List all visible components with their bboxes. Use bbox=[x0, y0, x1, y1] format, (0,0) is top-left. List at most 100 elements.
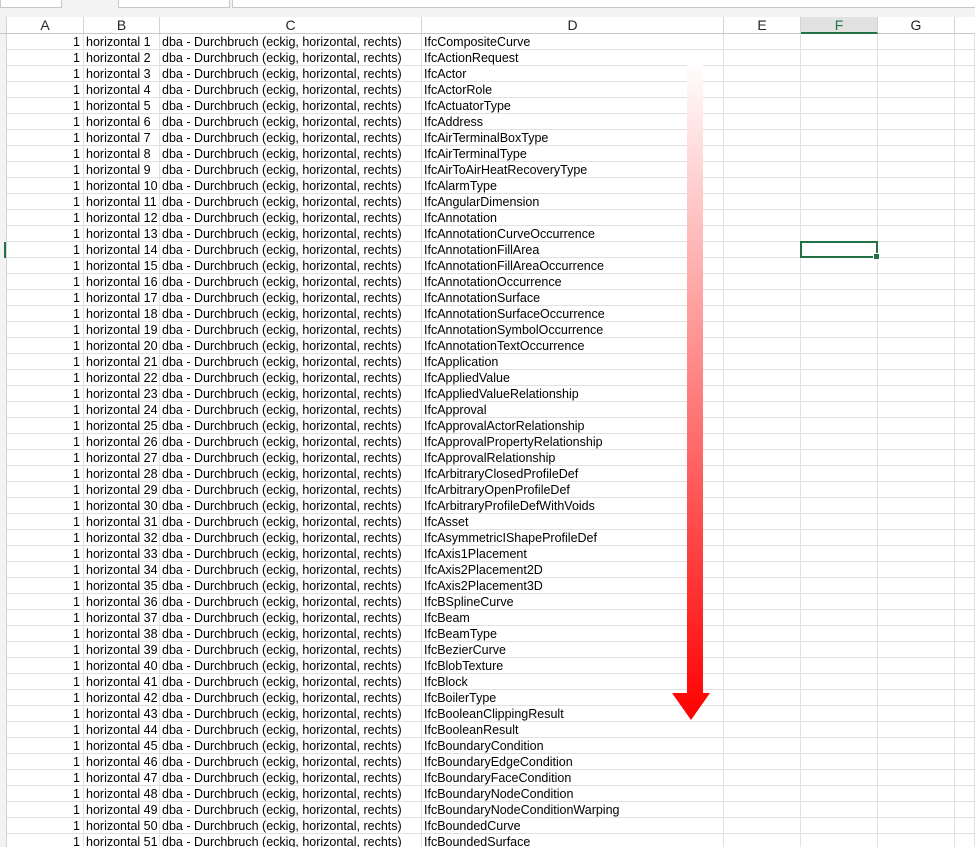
cell-h[interactable] bbox=[955, 354, 975, 370]
cell-g[interactable] bbox=[878, 834, 955, 847]
cell-e[interactable] bbox=[724, 834, 801, 847]
cell-e[interactable] bbox=[724, 818, 801, 834]
cell-f[interactable] bbox=[801, 290, 878, 306]
cell-d[interactable]: IfcCompositeCurve bbox=[422, 34, 724, 50]
cell-a[interactable]: 1 bbox=[7, 578, 84, 594]
cell-a[interactable]: 1 bbox=[7, 690, 84, 706]
cell-c[interactable]: dba - Durchbruch (eckig, horizontal, rec… bbox=[160, 610, 422, 626]
cell-c[interactable]: dba - Durchbruch (eckig, horizontal, rec… bbox=[160, 530, 422, 546]
cell-c[interactable]: dba - Durchbruch (eckig, horizontal, rec… bbox=[160, 322, 422, 338]
cell-f[interactable] bbox=[801, 386, 878, 402]
cell-d[interactable]: IfcBoundaryFaceCondition bbox=[422, 770, 724, 786]
cell-b[interactable]: horizontal 33 bbox=[84, 546, 160, 562]
cell-a[interactable]: 1 bbox=[7, 738, 84, 754]
cell-g[interactable] bbox=[878, 674, 955, 690]
cell-c[interactable]: dba - Durchbruch (eckig, horizontal, rec… bbox=[160, 466, 422, 482]
cell-f[interactable] bbox=[801, 578, 878, 594]
cell-a[interactable]: 1 bbox=[7, 370, 84, 386]
cell-h[interactable] bbox=[955, 466, 975, 482]
cell-b[interactable]: horizontal 44 bbox=[84, 722, 160, 738]
cell-e[interactable] bbox=[724, 34, 801, 50]
cell-e[interactable] bbox=[724, 146, 801, 162]
cell-a[interactable]: 1 bbox=[7, 82, 84, 98]
cell-g[interactable] bbox=[878, 754, 955, 770]
cell-h[interactable] bbox=[955, 50, 975, 66]
cell-a[interactable]: 1 bbox=[7, 722, 84, 738]
cell-e[interactable] bbox=[724, 706, 801, 722]
cell-b[interactable]: horizontal 41 bbox=[84, 674, 160, 690]
cell-b[interactable]: horizontal 48 bbox=[84, 786, 160, 802]
cell-h[interactable] bbox=[955, 578, 975, 594]
cell-g[interactable] bbox=[878, 546, 955, 562]
cell-b[interactable]: horizontal 45 bbox=[84, 738, 160, 754]
cell-c[interactable]: dba - Durchbruch (eckig, horizontal, rec… bbox=[160, 658, 422, 674]
cell-a[interactable]: 1 bbox=[7, 306, 84, 322]
cell-f[interactable] bbox=[801, 498, 878, 514]
cell-e[interactable] bbox=[724, 514, 801, 530]
cell-b[interactable]: horizontal 10 bbox=[84, 178, 160, 194]
cell-e[interactable] bbox=[724, 114, 801, 130]
cell-h[interactable] bbox=[955, 514, 975, 530]
cell-g[interactable] bbox=[878, 306, 955, 322]
cell-f[interactable] bbox=[801, 754, 878, 770]
cell-e[interactable] bbox=[724, 738, 801, 754]
cell-c[interactable]: dba - Durchbruch (eckig, horizontal, rec… bbox=[160, 162, 422, 178]
column-header-e[interactable]: E bbox=[724, 17, 801, 33]
cell-g[interactable] bbox=[878, 594, 955, 610]
cell-g[interactable] bbox=[878, 50, 955, 66]
cell-g[interactable] bbox=[878, 706, 955, 722]
cell-b[interactable]: horizontal 11 bbox=[84, 194, 160, 210]
cell-f[interactable] bbox=[801, 178, 878, 194]
cell-c[interactable]: dba - Durchbruch (eckig, horizontal, rec… bbox=[160, 338, 422, 354]
cell-c[interactable]: dba - Durchbruch (eckig, horizontal, rec… bbox=[160, 642, 422, 658]
cell-d[interactable]: IfcBoundaryCondition bbox=[422, 738, 724, 754]
cell-c[interactable]: dba - Durchbruch (eckig, horizontal, rec… bbox=[160, 594, 422, 610]
cell-b[interactable]: horizontal 34 bbox=[84, 562, 160, 578]
cell-f[interactable] bbox=[801, 610, 878, 626]
cell-a[interactable]: 1 bbox=[7, 210, 84, 226]
cell-c[interactable]: dba - Durchbruch (eckig, horizontal, rec… bbox=[160, 434, 422, 450]
cell-b[interactable]: horizontal 13 bbox=[84, 226, 160, 242]
cell-c[interactable]: dba - Durchbruch (eckig, horizontal, rec… bbox=[160, 130, 422, 146]
cell-c[interactable]: dba - Durchbruch (eckig, horizontal, rec… bbox=[160, 498, 422, 514]
cell-a[interactable]: 1 bbox=[7, 434, 84, 450]
cell-b[interactable]: horizontal 27 bbox=[84, 450, 160, 466]
cell-f[interactable] bbox=[801, 98, 878, 114]
cell-f[interactable] bbox=[801, 738, 878, 754]
cell-f[interactable] bbox=[801, 674, 878, 690]
cell-h[interactable] bbox=[955, 546, 975, 562]
cell-g[interactable] bbox=[878, 450, 955, 466]
cell-a[interactable]: 1 bbox=[7, 562, 84, 578]
cell-g[interactable] bbox=[878, 82, 955, 98]
cell-a[interactable]: 1 bbox=[7, 178, 84, 194]
cell-e[interactable] bbox=[724, 370, 801, 386]
cell-e[interactable] bbox=[724, 626, 801, 642]
cell-b[interactable]: horizontal 38 bbox=[84, 626, 160, 642]
cell-f[interactable] bbox=[801, 706, 878, 722]
cell-e[interactable] bbox=[724, 210, 801, 226]
cell-a[interactable]: 1 bbox=[7, 258, 84, 274]
cell-g[interactable] bbox=[878, 114, 955, 130]
cell-f[interactable] bbox=[801, 594, 878, 610]
cell-c[interactable]: dba - Durchbruch (eckig, horizontal, rec… bbox=[160, 210, 422, 226]
cell-g[interactable] bbox=[878, 802, 955, 818]
cell-e[interactable] bbox=[724, 530, 801, 546]
cell-e[interactable] bbox=[724, 498, 801, 514]
cell-h[interactable] bbox=[955, 162, 975, 178]
cell-a[interactable]: 1 bbox=[7, 802, 84, 818]
formula-toolbar[interactable] bbox=[118, 0, 230, 8]
cell-h[interactable] bbox=[955, 626, 975, 642]
column-header-d[interactable]: D bbox=[422, 17, 724, 33]
cell-h[interactable] bbox=[955, 290, 975, 306]
cell-h[interactable] bbox=[955, 114, 975, 130]
cell-d[interactable]: IfcBoundedCurve bbox=[422, 818, 724, 834]
cell-h[interactable] bbox=[955, 482, 975, 498]
cell-e[interactable] bbox=[724, 258, 801, 274]
cell-c[interactable]: dba - Durchbruch (eckig, horizontal, rec… bbox=[160, 274, 422, 290]
cell-a[interactable]: 1 bbox=[7, 626, 84, 642]
cell-f[interactable] bbox=[801, 562, 878, 578]
cell-e[interactable] bbox=[724, 162, 801, 178]
cell-e[interactable] bbox=[724, 546, 801, 562]
cell-c[interactable]: dba - Durchbruch (eckig, horizontal, rec… bbox=[160, 242, 422, 258]
cell-a[interactable]: 1 bbox=[7, 818, 84, 834]
